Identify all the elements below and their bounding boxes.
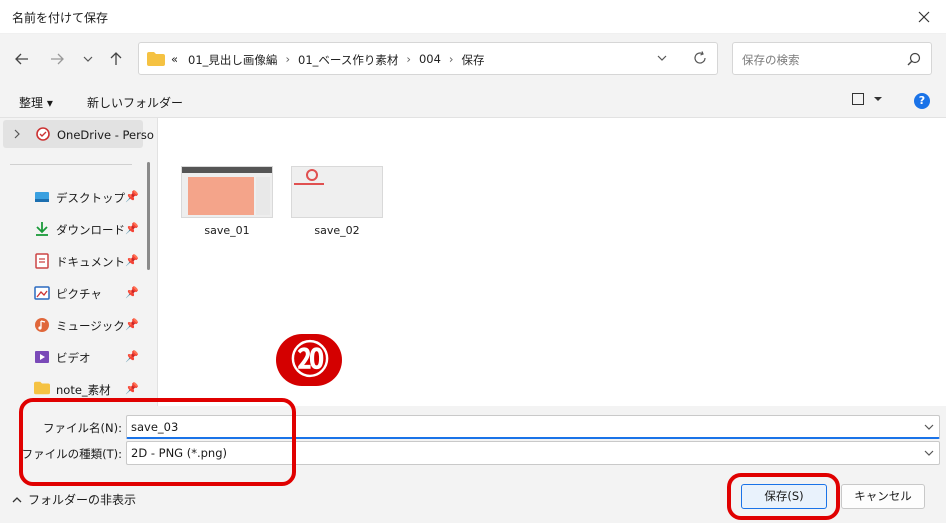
view-options[interactable]: [852, 93, 882, 105]
annotation-highlight-form: [19, 398, 296, 486]
refresh-icon[interactable]: [693, 51, 707, 68]
chevron-down-icon[interactable]: [924, 447, 934, 461]
sidebar-item-label: ビデオ: [56, 351, 91, 365]
pin-icon: 📌: [125, 350, 139, 363]
pin-icon: 📌: [125, 286, 139, 299]
address-bar[interactable]: « 01_見出し画像編 › 01_ベース作り素材 › 004 › 保存: [138, 42, 718, 75]
file-thumbnail[interactable]: [181, 166, 273, 218]
breadcrumb-item[interactable]: 保存: [462, 52, 485, 68]
breadcrumb-overflow[interactable]: «: [171, 52, 178, 68]
file-list: save_01 save_02 ⑳: [159, 118, 946, 406]
pin-icon: 📌: [125, 318, 139, 331]
documents-icon: [34, 253, 50, 269]
breadcrumb-item[interactable]: 01_見出し画像編: [188, 52, 277, 68]
organize-menu[interactable]: 整理 ▾: [19, 94, 53, 111]
folder-icon: [34, 381, 50, 397]
window-title: 名前を付けて保存: [12, 11, 109, 25]
up-arrow-icon[interactable]: [104, 47, 128, 71]
title-bar: 名前を付けて保存: [0, 0, 946, 34]
chevron-down-icon: [874, 97, 882, 101]
sidebar-item-onedrive[interactable]: OneDrive - Perso: [3, 120, 154, 148]
pin-icon: 📌: [125, 222, 139, 235]
breadcrumb-separator-icon[interactable]: ›: [406, 52, 411, 68]
breadcrumb-item[interactable]: 01_ベース作り素材: [298, 52, 398, 68]
file-thumbnail[interactable]: [291, 166, 383, 218]
onedrive-icon: [35, 127, 51, 144]
hide-folders-toggle[interactable]: フォルダーの非表示: [12, 491, 136, 508]
sidebar-item-downloads[interactable]: ダウンロード 📌: [0, 216, 145, 242]
sidebar-item-label: デスクトップ: [56, 191, 125, 205]
search-input[interactable]: 保存の検索: [732, 42, 932, 75]
chevron-down-icon[interactable]: [657, 52, 667, 66]
annotation-highlight-save: [727, 473, 840, 520]
recent-locations-icon[interactable]: [76, 47, 100, 71]
sidebar-item-documents[interactable]: ドキュメント 📌: [0, 248, 145, 274]
pin-icon: 📌: [125, 190, 139, 203]
navigation-pane: OneDrive - Perso デスクトップ 📌 ダウンロード 📌 ドキュメン…: [0, 118, 158, 406]
music-icon: [34, 317, 50, 333]
chevron-up-icon: [12, 496, 22, 502]
close-icon[interactable]: [910, 4, 938, 30]
hide-folders-label: フォルダーの非表示: [28, 493, 137, 507]
sidebar-item-label: ミュージック: [56, 319, 125, 333]
pin-icon: 📌: [125, 382, 139, 395]
file-name[interactable]: save_01: [181, 224, 273, 237]
sidebar-item-label: ピクチャ: [56, 287, 102, 301]
folder-icon: [147, 52, 165, 69]
sidebar-item-label: note_素材: [56, 383, 111, 397]
command-toolbar: 整理 ▾ 新しいフォルダー ?: [0, 84, 946, 118]
breadcrumb: « 01_見出し画像編 › 01_ベース作り素材 › 004 › 保存: [171, 52, 485, 68]
cancel-button[interactable]: キャンセル: [841, 484, 925, 509]
sidebar-item-pictures[interactable]: ピクチャ 📌: [0, 280, 145, 306]
sidebar-item-label: ダウンロード: [56, 223, 125, 237]
chevron-right-icon[interactable]: [13, 128, 21, 142]
videos-icon: [34, 349, 50, 365]
sidebar-scrollbar[interactable]: [147, 162, 150, 270]
help-icon[interactable]: ?: [914, 93, 930, 109]
breadcrumb-separator-icon[interactable]: ›: [449, 52, 454, 68]
sidebar-item-label: OneDrive - Perso: [57, 128, 154, 142]
sidebar-item-music[interactable]: ミュージック 📌: [0, 312, 145, 338]
new-folder-button[interactable]: 新しいフォルダー: [87, 94, 183, 111]
breadcrumb-item[interactable]: 004: [419, 52, 441, 68]
step-number-badge: ⑳: [276, 334, 342, 386]
sidebar-divider: [10, 164, 132, 165]
forward-arrow-icon[interactable]: [45, 47, 69, 71]
sidebar-item-label: ドキュメント: [56, 255, 125, 269]
navigation-bar: « 01_見出し画像編 › 01_ベース作り素材 › 004 › 保存 保存の検…: [0, 34, 946, 84]
sidebar-item-videos[interactable]: ビデオ 📌: [0, 344, 145, 370]
pin-icon: 📌: [125, 254, 139, 267]
sidebar-item-desktop[interactable]: デスクトップ 📌: [0, 184, 145, 210]
search-placeholder: 保存の検索: [742, 53, 800, 67]
view-layout-icon: [852, 93, 864, 105]
desktop-icon: [34, 189, 50, 205]
chevron-down-icon[interactable]: [924, 421, 934, 435]
back-arrow-icon[interactable]: [10, 47, 34, 71]
pictures-icon: [34, 285, 50, 301]
download-icon: [34, 221, 50, 237]
search-icon[interactable]: [907, 52, 921, 69]
breadcrumb-separator-icon[interactable]: ›: [285, 52, 290, 68]
file-name[interactable]: save_02: [291, 224, 383, 237]
